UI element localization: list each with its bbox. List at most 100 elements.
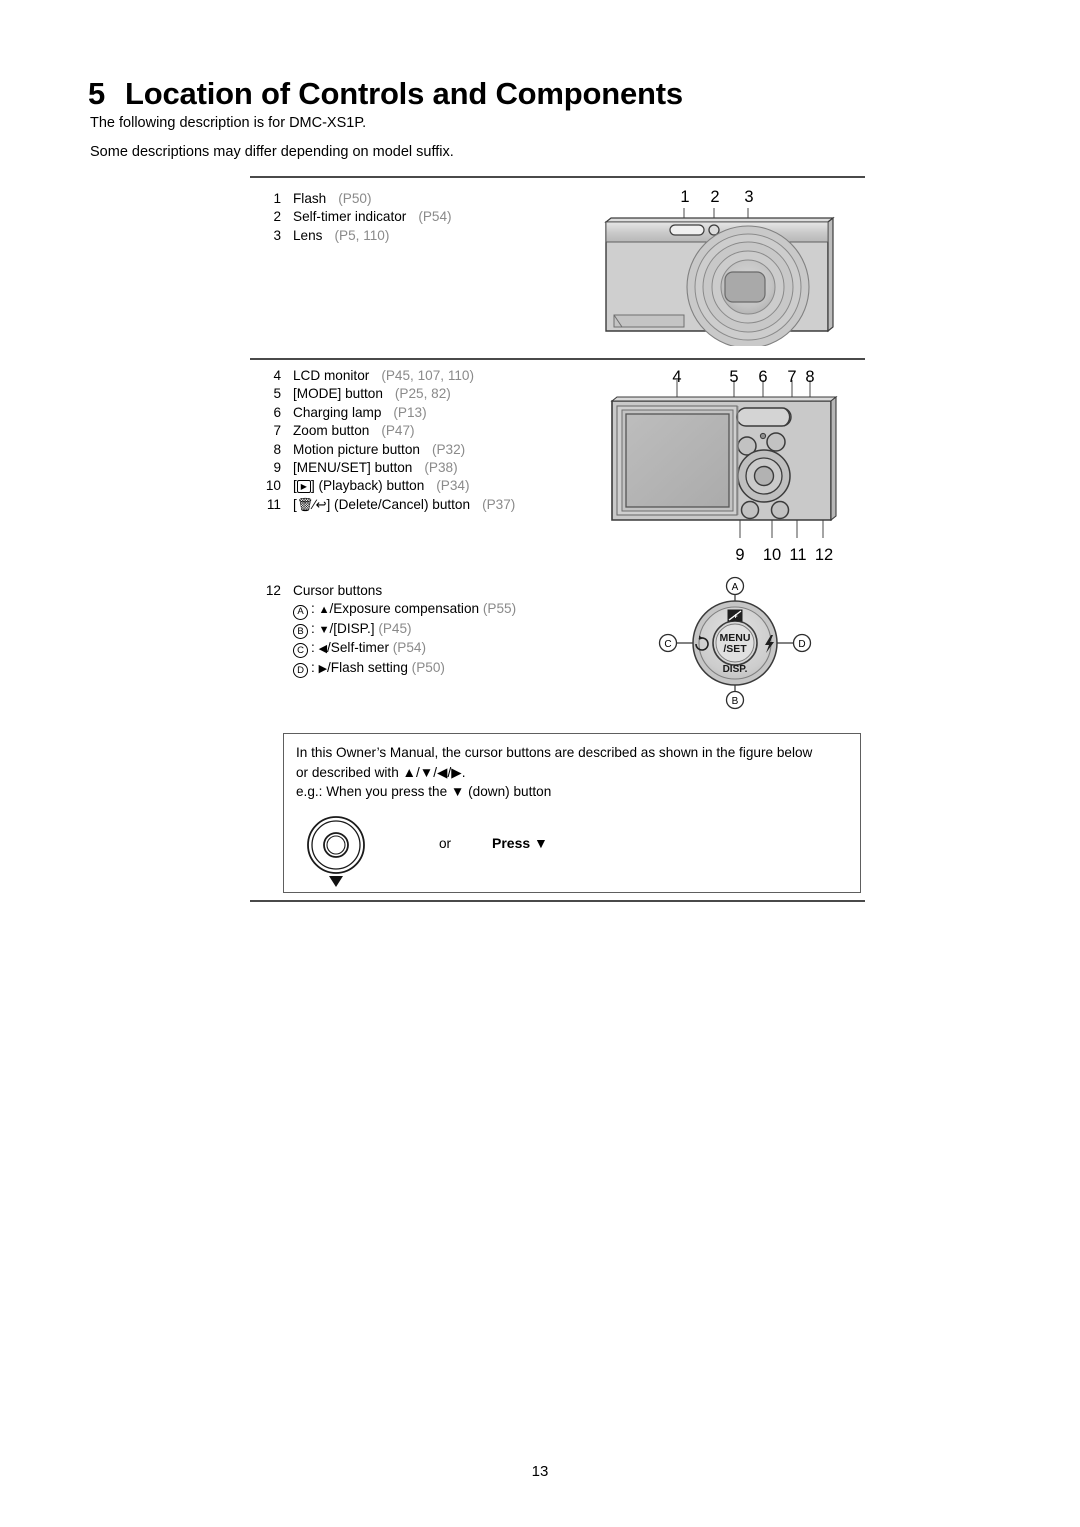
list-item: 3 Lens (P5, 110) — [255, 227, 452, 245]
item-index: 12 — [265, 583, 281, 598]
item-label: LCD monitor — [293, 368, 370, 383]
playback-icon: ▶ — [296, 480, 311, 494]
item-index: 10 — [265, 478, 281, 494]
item-label: [MENU/SET] button — [293, 460, 413, 476]
item-label: Self-timer indicator — [293, 209, 407, 225]
list-item: C : ◀/Self-timer (P54) — [255, 639, 516, 659]
callout-5: 5 — [729, 368, 739, 386]
item-index: 6 — [273, 404, 281, 420]
item-page-ref: (P45, 107, 110) — [381, 368, 475, 383]
section-title: Location of Controls and Components — [125, 76, 683, 111]
item-page-ref: (P38) — [424, 460, 458, 476]
dial-marker-c-label: C — [664, 639, 671, 650]
back-parts-list: 4 LCD monitor (P45, 107, 110) 5 [MODE] b… — [255, 367, 515, 514]
camera-back-svg — [610, 380, 838, 538]
list-item: B : ▼/[DISP.] (P45) — [255, 620, 516, 640]
trash-icon: 🗑 — [296, 496, 314, 512]
cursor-arrows: ▲/▼/◀/▶ — [402, 764, 462, 780]
intro-line-1: The following description is for DMC-XS1… — [90, 115, 367, 131]
marker-a: A — [293, 604, 308, 620]
item-page-ref: (P32) — [431, 441, 466, 457]
marker-d: D — [293, 662, 308, 678]
cursor-dial-illustration: A B C D MENU /SET + DISP. — [655, 573, 815, 713]
back-arrow-icon: ↩ — [315, 496, 327, 512]
page-title: 5 Location of Controls and Components — [88, 76, 683, 112]
dial-set-label: /SET — [723, 643, 747, 655]
item-page-ref: (P47) — [381, 423, 415, 439]
item-index: 1 — [273, 191, 281, 206]
left-arrow-icon: ◀ — [318, 643, 328, 656]
front-parts-list: 1 Flash (P50) 2 Self-timer indicator (P5… — [255, 190, 452, 245]
list-item: A : ▲/Exposure compensation (P55) — [255, 600, 517, 620]
list-item: 12 Cursor buttons — [255, 582, 516, 600]
item-index: 2 — [273, 209, 281, 225]
note-line-2: or described with ▲/▼/◀/▶. — [296, 764, 466, 780]
callout-1: 1 — [680, 188, 690, 206]
camera-front-svg — [604, 208, 835, 346]
dial-marker-a-label: A — [732, 582, 739, 593]
item-label: Lens — [293, 227, 323, 243]
marker-b: B — [293, 624, 308, 640]
item-page-ref: (P50) — [411, 659, 445, 675]
item-label: ] (Delete/Cancel) button — [326, 496, 471, 512]
note-line-3: e.g.: When you press the ▼ (down) button — [296, 784, 552, 799]
list-item: 1 Flash (P50) — [255, 190, 452, 208]
note-dial-illustration — [296, 814, 406, 889]
up-arrow-icon: ▲ — [318, 604, 330, 617]
list-item: 11 [🗑∕↩] (Delete/Cancel) button (P37) — [255, 496, 515, 514]
list-item: 10 [▶] (Playback) button (P34) — [255, 477, 515, 495]
list-item: 8 Motion picture button (P32) — [255, 441, 515, 459]
cursor-dial-svg: A B C D MENU /SET + DISP. — [658, 576, 812, 710]
exposure-comp-icon-glyph: + — [733, 614, 737, 621]
item-label: Flash — [293, 191, 327, 206]
item-index: 5 — [273, 386, 281, 402]
item-page-ref: (P37) — [482, 496, 516, 512]
separator-bottom — [250, 900, 865, 902]
item-page-ref: (P45) — [378, 620, 412, 636]
manual-page: 5 Location of Controls and Components The… — [0, 0, 1080, 1527]
item-index: 4 — [273, 368, 281, 383]
down-arrow-icon: ▼ — [318, 623, 330, 636]
down-arrow-icon — [329, 876, 343, 887]
item-index: 9 — [273, 460, 281, 476]
list-item: 5 [MODE] button (P25, 82) — [255, 385, 515, 403]
callout-6: 6 — [758, 368, 768, 386]
item-label: /Flash setting — [327, 659, 408, 675]
item-page-ref: (P54) — [392, 640, 426, 656]
item-index: 3 — [273, 227, 281, 243]
list-item: 4 LCD monitor (P45, 107, 110) — [255, 367, 515, 385]
item-label: [MODE] button — [293, 386, 383, 402]
callout-4: 4 — [672, 368, 682, 386]
item-page-ref: (P50) — [338, 191, 372, 206]
callout-8: 8 — [805, 368, 815, 386]
item-page-ref: (P25, 82) — [394, 386, 451, 402]
cursor-buttons-list: 12 Cursor buttons A : ▲/Exposure compens… — [255, 582, 516, 678]
camera-front-illustration — [600, 186, 840, 346]
page-number: 13 — [531, 1463, 549, 1480]
note-box: In this Owner’s Manual, the cursor butto… — [283, 733, 861, 893]
callout-9: 9 — [735, 546, 745, 564]
item-label: /Exposure compensation — [329, 601, 480, 617]
item-label: Cursor buttons — [293, 583, 383, 598]
section-number: 5 — [88, 76, 106, 111]
separator-middle — [250, 358, 865, 360]
callout-12: 12 — [814, 546, 834, 564]
note-press-label: Press ▼ — [492, 835, 548, 851]
list-item: 7 Zoom button (P47) — [255, 422, 515, 440]
callout-2: 2 — [710, 188, 720, 206]
dial-marker-b-label: B — [732, 696, 739, 707]
callout-11: 11 — [789, 546, 807, 564]
item-index: 11 — [266, 496, 281, 512]
item-label: ] (Playback) button — [310, 478, 425, 494]
list-item: 9 [MENU/SET] button (P38) — [255, 459, 515, 477]
item-label: /Self-timer — [327, 640, 389, 656]
callout-10: 10 — [762, 546, 782, 564]
item-page-ref: (P55) — [482, 601, 517, 617]
note-line-1: In this Owner’s Manual, the cursor butto… — [296, 745, 813, 760]
list-item: D : ▶/Flash setting (P50) — [255, 659, 516, 678]
dial-marker-d-label: D — [798, 639, 805, 650]
right-arrow-icon: ▶ — [318, 662, 328, 675]
item-index: 8 — [273, 441, 281, 457]
note-or-label: or — [439, 836, 452, 851]
camera-back-illustration — [600, 368, 845, 543]
